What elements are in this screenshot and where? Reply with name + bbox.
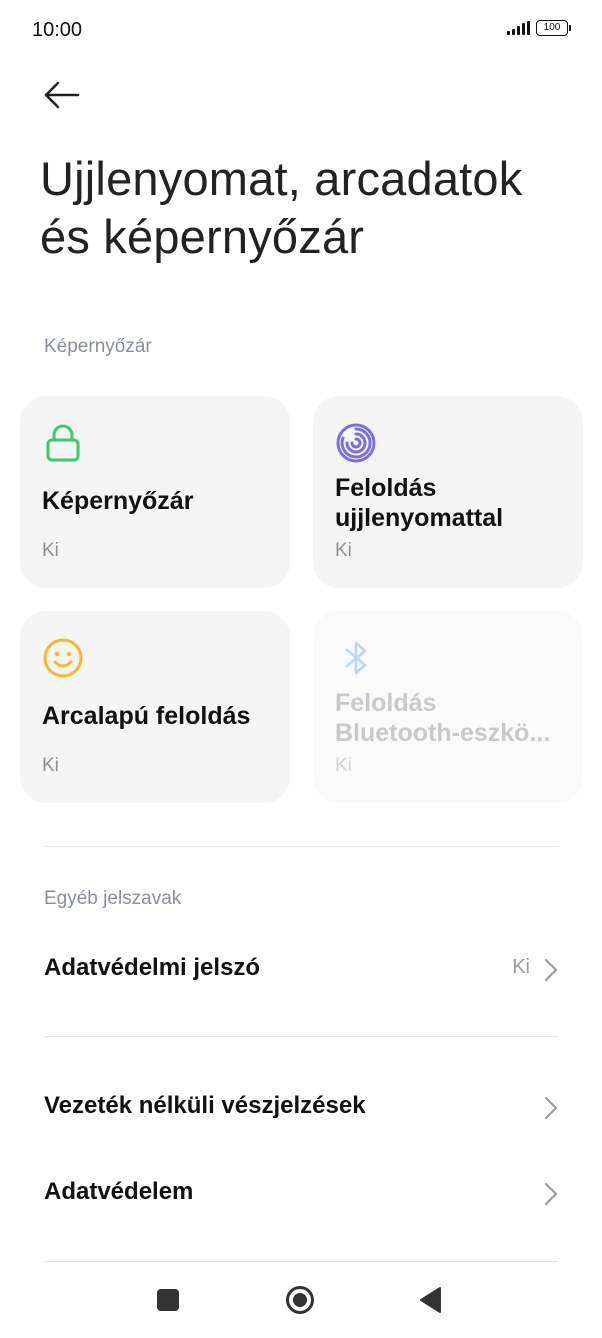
row-label: Adatvédelem [44,1178,194,1205]
divider [44,846,558,847]
section-label-screen-lock: Képernyőzár [44,336,152,357]
row-label: Adatvédelmi jelszó [44,954,261,981]
chevron-right-icon [545,959,557,981]
card-title: Arcalapú feloldás [42,702,251,730]
row-privacy[interactable]: Adatvédelem [0,1158,602,1228]
home-button[interactable] [280,1282,320,1318]
back-nav-button[interactable] [411,1282,451,1318]
row-privacy-password[interactable]: Adatvédelmi jelszó Ki [0,934,602,1004]
row-value: Ki [512,956,530,978]
card-status: Ki [42,540,59,561]
circle-home-icon [286,1286,314,1314]
divider [44,1261,558,1262]
recents-button[interactable] [148,1282,188,1318]
status-time: 10:00 [32,19,83,41]
system-nav-bar [0,1270,602,1330]
card-screen-lock[interactable]: Képernyőzár Ki [20,396,290,588]
card-bluetooth-unlock: Feloldás Bluetooth-eszkö... Ki [313,611,583,803]
battery-icon: 100 [536,20,571,36]
row-wireless-emergency-alerts[interactable]: Vezeték nélküli vészjelzések [0,1072,602,1142]
card-title-line1: Feloldás [335,474,437,502]
card-face-unlock[interactable]: Arcalapú feloldás Ki [20,611,290,803]
chevron-right-icon [545,1097,557,1119]
fingerprint-icon [336,423,376,463]
card-title-line2: Bluetooth-eszkö... [335,719,551,747]
card-status: Ki [42,755,59,776]
row-label: Vezeték nélküli vészjelzések [44,1092,366,1119]
back-button[interactable] [36,74,88,118]
lock-icon [46,424,80,462]
divider [44,1036,558,1037]
square-recents-icon [157,1289,179,1311]
card-title-line2: ujjlenyomattal [335,504,504,532]
card-title-line1: Feloldás [335,689,437,717]
card-status: Ki [335,540,352,561]
settings-screen: 10:00 100 Ujjlenyomat, arcadatok és képe… [0,0,602,1338]
card-fingerprint-unlock[interactable]: Feloldás ujjlenyomattal Ki [313,396,583,588]
status-icons: 100 [507,20,571,36]
page-title: Ujjlenyomat, arcadatok és képernyőzár [40,152,523,263]
chevron-right-icon [545,1183,557,1205]
smiley-face-icon [43,638,83,678]
card-status: Ki [335,755,352,776]
triangle-back-icon [420,1287,441,1313]
bluetooth-icon [345,641,367,675]
section-label-other-passwords: Egyéb jelszavak [44,888,182,909]
battery-level: 100 [543,22,561,33]
card-title: Képernyőzár [42,487,194,515]
signal-icon [507,21,530,35]
arrow-left-icon [44,81,80,109]
